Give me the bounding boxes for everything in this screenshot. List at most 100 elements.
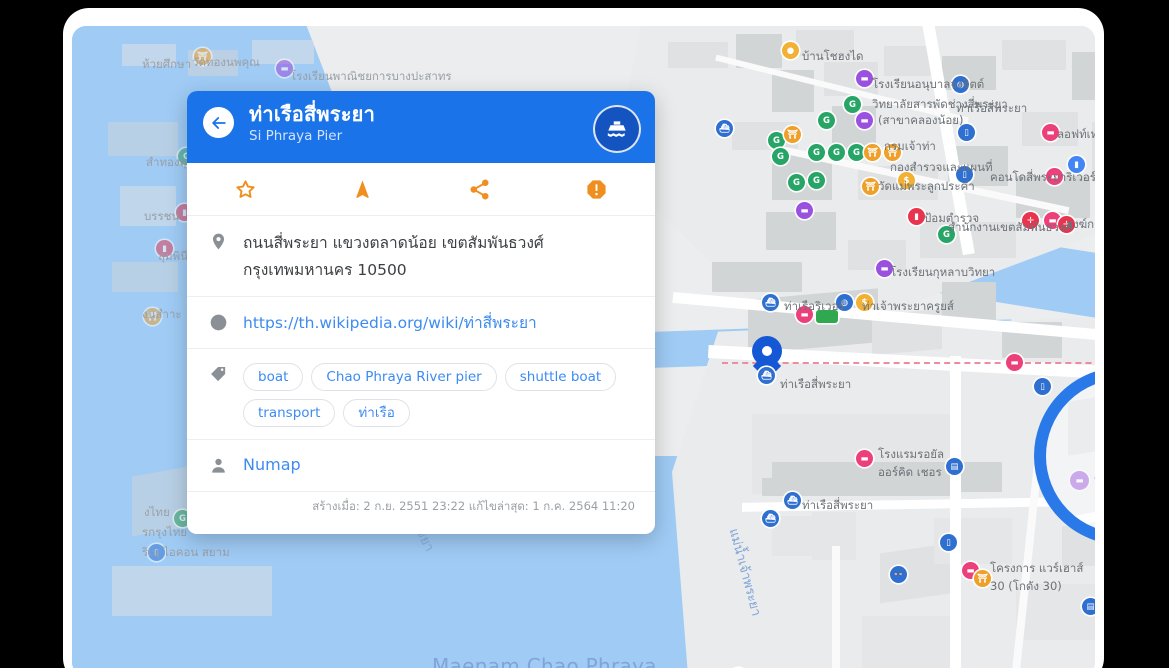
map-poi-label: งนสำาะ bbox=[142, 307, 182, 321]
address-line-2: กรุงเทพมหานคร 10500 bbox=[243, 261, 407, 279]
place-info-card: ท่าเรือสี่พระยา Si Phraya Pier ถนนสี่พระ… bbox=[187, 91, 655, 534]
tag-chip[interactable]: transport bbox=[243, 399, 336, 427]
place-title-th: ท่าเรือสี่พระยา bbox=[249, 102, 376, 126]
poi-marker[interactable]: G bbox=[788, 174, 805, 191]
map-block bbox=[112, 262, 178, 292]
map-block bbox=[1002, 40, 1066, 70]
map-poi-label: โรงเรียนพาณิชยการบางปะสาทร bbox=[290, 69, 452, 83]
poi-marker[interactable]: ▯ bbox=[940, 534, 957, 551]
map-poi-label: โรงเรียนกุหลาบวิทยา bbox=[890, 265, 996, 279]
map-poi-label: ลอฟท์เทล 22 โฮสเทล bbox=[1057, 127, 1095, 141]
map-poi-label: ออร์คิด เชอร bbox=[878, 465, 942, 479]
poi-marker[interactable]: ● bbox=[782, 42, 799, 59]
map-poi-label: ลุมพินี bbox=[158, 249, 189, 263]
map-road bbox=[832, 546, 840, 668]
share-button[interactable] bbox=[421, 178, 538, 201]
poi-marker[interactable]: 👓 bbox=[890, 566, 907, 583]
poi-marker[interactable]: G bbox=[848, 144, 865, 161]
place-title-en: Si Phraya Pier bbox=[249, 128, 343, 144]
poi-marker[interactable]: ▤ bbox=[946, 458, 963, 475]
viewport: ● ▬ G G ▬ ⛴ G ⛩ G G G G ⛩ ⛩ $ ⛩ G G ▬ G bbox=[72, 26, 1095, 668]
poi-marker[interactable]: ▬ bbox=[856, 450, 873, 467]
globe-icon bbox=[209, 311, 243, 336]
poi-marker-selected[interactable]: ⛴ bbox=[758, 367, 775, 384]
poi-marker[interactable]: ⛩ bbox=[862, 178, 879, 195]
map-block bbox=[1072, 52, 1095, 100]
address-body: ถนนสี่พระยา แขวงตลาดน้อย เขตสัมพันธวงศ์ … bbox=[243, 230, 637, 284]
device-frame: ● ▬ G G ▬ ⛴ G ⛩ G G G G ⛩ ⛩ $ ⛩ G G ▬ G bbox=[63, 8, 1104, 668]
location-pin-icon bbox=[209, 230, 243, 284]
poi-marker[interactable]: ▮ bbox=[908, 208, 925, 225]
map-block bbox=[862, 616, 954, 668]
poi-marker[interactable]: ▬ bbox=[1070, 471, 1089, 490]
map-poi-label: วัดทองนพคุณ bbox=[192, 55, 260, 69]
map-poi-label: โครงการ แวร์เฮาส์ bbox=[990, 561, 1084, 575]
poi-marker[interactable]: ▬ bbox=[1006, 354, 1023, 371]
report-problem-button[interactable] bbox=[538, 178, 655, 201]
tag-chip[interactable]: shuttle boat bbox=[504, 363, 617, 391]
author-row: Numap bbox=[187, 440, 655, 492]
map-block bbox=[112, 566, 272, 616]
map-poi-label: (สาขาคลองน้อย) bbox=[878, 113, 964, 127]
map-poi-label: โรงแรมรอยัล bbox=[878, 447, 945, 461]
card-header: ท่าเรือสี่พระยา Si Phraya Pier bbox=[187, 91, 655, 163]
address-row: ถนนสี่พระยา แขวงตลาดน้อย เขตสัมพันธวงศ์ … bbox=[187, 216, 655, 297]
address-line-1: ถนนสี่พระยา แขวงตลาดน้อย เขตสัมพันธวงศ์ bbox=[243, 234, 544, 252]
water-label-en: Maenam Chao Phraya bbox=[432, 654, 657, 668]
map-poi-label: ห้วยศึกษา bbox=[142, 57, 192, 71]
card-titles: ท่าเรือสี่พระยา Si Phraya Pier bbox=[249, 101, 641, 145]
website-body: https://th.wikipedia.org/wiki/ท่าสี่พระย… bbox=[243, 311, 637, 336]
map-poi-label: ท่าเรือริเวอร์ bbox=[784, 299, 845, 313]
map-poi-label: วัดแม่พระลูกประคำ bbox=[878, 179, 975, 193]
map-poi-label: บรรชน bbox=[144, 209, 180, 223]
website-row: https://th.wikipedia.org/wiki/ท่าสี่พระย… bbox=[187, 297, 655, 349]
poi-marker[interactable]: G bbox=[808, 172, 825, 189]
map-block bbox=[1068, 388, 1095, 456]
map-block bbox=[108, 122, 178, 156]
poi-marker[interactable]: ⛩ bbox=[864, 144, 881, 161]
poi-marker[interactable]: G bbox=[808, 144, 825, 161]
magnifier-zoom-label: โรงเรียนอาชพศึกษา bbox=[1094, 473, 1095, 494]
screenshot-stage: ● ▬ G G ▬ ⛴ G ⛩ G G G G ⛩ ⛩ $ ⛩ G G ▬ G bbox=[0, 0, 1169, 668]
poi-marker[interactable]: ⛴ bbox=[784, 492, 801, 509]
map-poi-label: ท่าเรือสี่พระยา bbox=[780, 377, 852, 391]
poi-marker[interactable]: ▬ bbox=[856, 70, 873, 87]
website-link[interactable]: https://th.wikipedia.org/wiki/ท่าสี่พระย… bbox=[243, 314, 537, 332]
map-poi-label: บ้านโชฮงได bbox=[802, 49, 864, 63]
poi-marker[interactable]: ⛩ bbox=[974, 570, 991, 587]
tag-list: boat Chao Phraya River pier shuttle boat tr… bbox=[243, 363, 637, 427]
map-poi-label: รกรุงไทย bbox=[142, 525, 188, 539]
tag-chip[interactable]: boat bbox=[243, 363, 304, 391]
poi-marker[interactable]: G bbox=[818, 112, 835, 129]
map-poi-label: ท่าเรือสี่พระยา bbox=[956, 101, 1028, 115]
navigation-arrow-button[interactable] bbox=[304, 178, 421, 201]
poi-marker[interactable]: G bbox=[768, 132, 785, 149]
poi-marker[interactable]: G bbox=[828, 144, 845, 161]
favorite-button[interactable] bbox=[187, 178, 304, 201]
map-road bbox=[950, 356, 961, 668]
tag-chip[interactable]: Chao Phraya River pier bbox=[311, 363, 497, 391]
poi-marker[interactable]: ▤ bbox=[1082, 598, 1095, 615]
tags-row: boat Chao Phraya River pier shuttle boat tr… bbox=[187, 349, 655, 440]
poi-marker[interactable]: ⛴ bbox=[762, 510, 779, 527]
pin-dot bbox=[762, 346, 772, 356]
map-poi-label: ป้อมตำรวจ bbox=[924, 211, 980, 225]
map-poi-label: ท่าเจ้าพระยาครูยส์ bbox=[862, 299, 954, 313]
author-link[interactable]: Numap bbox=[243, 455, 301, 474]
map-poi-label: กองสำรวจและแผนที่ bbox=[890, 160, 993, 174]
map-poi-label: คอนโดสี่พระยาริเวอร์วิว bbox=[990, 170, 1095, 184]
map-poi-label: ริเบฺ ไอคอน สยาม bbox=[142, 545, 230, 559]
poi-marker[interactable]: ⛩ bbox=[784, 126, 801, 143]
poi-marker[interactable]: G bbox=[772, 148, 789, 165]
poi-marker[interactable]: ⛴ bbox=[762, 294, 779, 311]
tag-chip[interactable]: ท่าเรือ bbox=[343, 399, 410, 427]
map-poi-label: โรงเรียนอนุบาลจงจิตต์ bbox=[872, 77, 985, 91]
map-block bbox=[884, 46, 932, 76]
poi-marker[interactable]: G bbox=[844, 96, 861, 113]
poi-marker[interactable]: ▬ bbox=[856, 112, 873, 129]
back-arrow-icon[interactable] bbox=[203, 107, 234, 138]
person-icon bbox=[209, 454, 243, 479]
poi-marker[interactable]: ⛴ bbox=[716, 120, 733, 137]
tag-icon bbox=[209, 363, 243, 427]
poi-marker[interactable]: ▬ bbox=[796, 202, 813, 219]
